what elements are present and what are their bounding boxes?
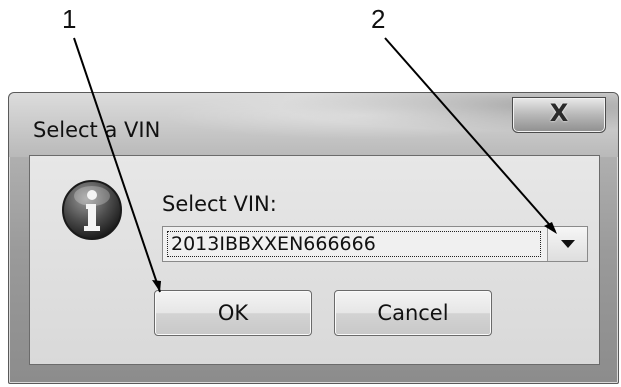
leader-line-1 bbox=[73, 37, 161, 293]
leader-line-2 bbox=[384, 37, 556, 232]
arrowhead-1 bbox=[152, 280, 161, 292]
arrowhead-2 bbox=[544, 222, 557, 234]
callout-leader-lines bbox=[73, 37, 557, 293]
